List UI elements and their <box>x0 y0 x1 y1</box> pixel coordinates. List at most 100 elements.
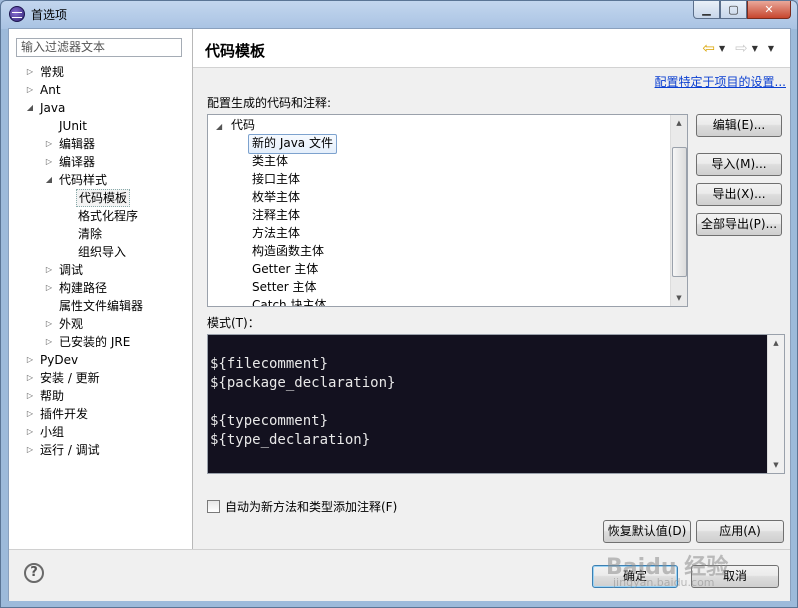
code-template-item[interactable]: 新的 Java 文件 <box>248 134 337 154</box>
collapsed-arrow-icon[interactable]: ▷ <box>44 315 54 333</box>
sidebar-item[interactable]: 格式化程序 <box>9 207 192 225</box>
forward-arrow-icon[interactable]: ⇨ <box>735 41 748 56</box>
code-template-item[interactable]: Catch 块主体 <box>252 296 326 306</box>
collapsed-arrow-icon[interactable]: ▷ <box>44 261 54 279</box>
scroll-thumb[interactable] <box>672 147 687 277</box>
close-button[interactable]: ✕ <box>747 1 791 19</box>
sidebar-item[interactable]: ◢ Java <box>9 99 192 117</box>
collapsed-arrow-icon[interactable]: ▷ <box>25 63 35 81</box>
expanded-arrow-icon[interactable]: ◢ <box>25 99 35 117</box>
sidebar-item-label: 插件开发 <box>40 407 89 421</box>
editor-scroll-down-icon[interactable]: ▼ <box>768 457 784 473</box>
sidebar-item-label: 已安装的 JRE <box>59 335 131 349</box>
collapsed-arrow-icon[interactable]: ▷ <box>25 387 35 405</box>
sidebar-item[interactable]: 代码模板 <box>9 189 192 207</box>
sidebar-item[interactable]: ▷ 外观 <box>9 315 192 333</box>
code-tree-scrollbar[interactable]: ▲ ▼ <box>670 115 687 306</box>
sidebar-item[interactable]: ▷ PyDev <box>9 351 192 369</box>
page-header: 代码模板 ⇦ ▼ ⇨ ▼ ▼ <box>193 29 790 68</box>
expanded-arrow-icon[interactable]: ◢ <box>44 171 54 189</box>
sidebar-item[interactable]: ▷ 插件开发 <box>9 405 192 423</box>
sidebar-item[interactable]: 清除 <box>9 225 192 243</box>
code-template-item[interactable]: 接口主体 <box>252 170 300 188</box>
code-template-item[interactable]: 方法主体 <box>252 224 300 242</box>
sidebar-item[interactable]: ▷ Ant <box>9 81 192 99</box>
sidebar-item[interactable]: ▷ 调试 <box>9 261 192 279</box>
minimize-button[interactable]: ▁ <box>693 1 720 19</box>
sidebar-item[interactable]: ▷ 安装 / 更新 <box>9 369 192 387</box>
code-root-row[interactable]: ◢ 代码 <box>216 116 255 134</box>
project-settings-link[interactable]: 配置特定于项目的设置... <box>655 73 786 90</box>
maximize-icon: ▢ <box>728 3 739 16</box>
sidebar-item[interactable]: 组织导入 <box>9 243 192 261</box>
pattern-editor[interactable]: ${filecomment} ${package_declaration} ${ty… <box>207 334 785 474</box>
sidebar-item[interactable]: ▷ 小组 <box>9 423 192 441</box>
code-template-item[interactable]: Getter 主体 <box>252 260 318 278</box>
collapsed-arrow-icon[interactable]: ▷ <box>44 135 54 153</box>
baidu-watermark-url: jingyan.baidu.com <box>613 576 715 589</box>
back-arrow-icon[interactable]: ⇦ <box>702 41 715 56</box>
sidebar-item[interactable]: ▷ 编辑器 <box>9 135 192 153</box>
sidebar-item[interactable]: ▷ 构建路径 <box>9 279 192 297</box>
editor-scrollbar[interactable]: ▲ ▼ <box>767 335 784 473</box>
code-template-item[interactable]: 类主体 <box>252 152 288 170</box>
maximize-button[interactable]: ▢ <box>720 1 747 19</box>
sidebar-item-label: 清除 <box>78 227 103 241</box>
export-all-button[interactable]: 全部导出(P)... <box>696 213 782 236</box>
preferences-sidebar: 输入过滤器文本 ▷ 常规 ▷ Ant ◢ Java JUnit ▷ 编辑器 ▷ 编译器 ◢ 代码样式 代码… <box>9 29 193 549</box>
collapsed-arrow-icon[interactable]: ▷ <box>44 333 54 351</box>
code-template-item[interactable]: 枚举主体 <box>252 188 300 206</box>
help-icon[interactable]: ? <box>24 563 44 583</box>
back-dropdown-icon[interactable]: ▼ <box>719 44 725 53</box>
collapsed-arrow-icon[interactable]: ▷ <box>25 441 35 459</box>
sidebar-item[interactable]: ◢ 代码样式 <box>9 171 192 189</box>
auto-comment-row[interactable]: 自动为新方法和类型添加注释(F) <box>207 498 397 514</box>
sidebar-item[interactable]: JUnit <box>9 117 192 135</box>
collapsed-arrow-icon[interactable]: ▷ <box>25 81 35 99</box>
sidebar-item[interactable]: ▷ 运行 / 调试 <box>9 441 192 459</box>
collapsed-arrow-icon[interactable]: ▷ <box>44 153 54 171</box>
edit-button[interactable]: 编辑(E)... <box>696 114 782 137</box>
import-button[interactable]: 导入(M)... <box>696 153 782 176</box>
title-bar[interactable]: 首选项 ▁ ▢ ✕ <box>1 1 797 27</box>
forward-dropdown-icon[interactable]: ▼ <box>752 44 758 53</box>
page-title: 代码模板 <box>205 42 266 60</box>
filter-input[interactable]: 输入过滤器文本 <box>16 38 182 57</box>
collapsed-arrow-icon[interactable]: ▷ <box>25 405 35 423</box>
sidebar-item[interactable]: ▷ 已安装的 JRE <box>9 333 192 351</box>
collapsed-arrow-icon[interactable]: ▷ <box>25 369 35 387</box>
preferences-window: 首选项 ▁ ▢ ✕ 输入过滤器文本 ▷ 常规 ▷ Ant ◢ Java JUnit ▷ 编辑器 ▷… <box>0 0 798 608</box>
scroll-down-icon[interactable]: ▼ <box>671 290 687 306</box>
sidebar-item[interactable]: ▷ 编译器 <box>9 153 192 171</box>
pattern-line: ${typecomment} <box>210 413 329 429</box>
sidebar-item-label: PyDev <box>40 353 79 367</box>
editor-scroll-up-icon[interactable]: ▲ <box>768 335 784 351</box>
sidebar-item-label: 帮助 <box>40 389 65 403</box>
code-template-item[interactable]: Setter 主体 <box>252 278 317 296</box>
sidebar-item-label: 代码模板 <box>76 189 131 207</box>
sidebar-item-label: 格式化程序 <box>78 209 139 223</box>
sidebar-item-label: 代码样式 <box>59 173 108 187</box>
code-template-item[interactable]: 注释主体 <box>252 206 300 224</box>
collapsed-arrow-icon[interactable]: ▷ <box>25 351 35 369</box>
view-menu-icon[interactable]: ▼ <box>768 44 774 53</box>
dialog-client-area: 输入过滤器文本 ▷ 常规 ▷ Ant ◢ Java JUnit ▷ 编辑器 ▷ 编译器 ◢ 代码样式 代码… <box>8 28 791 601</box>
sidebar-item[interactable]: ▷ 帮助 <box>9 387 192 405</box>
collapsed-arrow-icon[interactable]: ▷ <box>44 279 54 297</box>
sidebar-item[interactable]: ▷ 常规 <box>9 63 192 81</box>
close-icon: ✕ <box>764 3 774 16</box>
restore-defaults-button[interactable]: 恢复默认值(D) <box>603 520 691 543</box>
collapsed-arrow-icon[interactable]: ▷ <box>25 423 35 441</box>
code-template-tree[interactable]: ◢ 代码 新的 Java 文件 类主体 接口主体 枚举主体 注释主体 方法主体 构造函数主体… <box>207 114 688 307</box>
auto-comment-checkbox[interactable] <box>207 499 220 513</box>
pattern-line: ${type_declaration} <box>210 432 371 448</box>
code-template-item[interactable]: 构造函数主体 <box>252 242 324 260</box>
sidebar-item[interactable]: 属性文件编辑器 <box>9 297 192 315</box>
apply-button[interactable]: 应用(A) <box>696 520 784 543</box>
export-button[interactable]: 导出(X)... <box>696 183 782 206</box>
sidebar-item-label: 组织导入 <box>78 245 127 259</box>
scroll-up-icon[interactable]: ▲ <box>671 115 687 131</box>
